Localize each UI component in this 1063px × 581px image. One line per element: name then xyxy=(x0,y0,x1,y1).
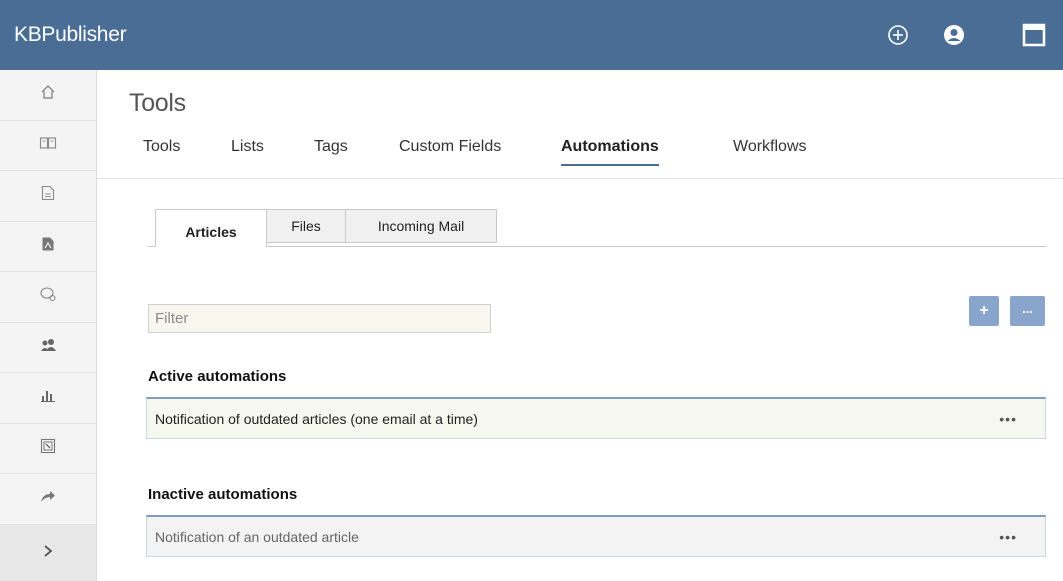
top-header: KBPublisher xyxy=(0,0,1063,70)
share-arrow-icon xyxy=(39,488,57,509)
reports-chart-icon xyxy=(40,387,56,408)
sidebar-item-files[interactable] xyxy=(0,171,96,222)
page-title: Tools xyxy=(129,89,186,117)
tab-tools[interactable]: Tools xyxy=(143,138,180,156)
sidebar-item-share[interactable] xyxy=(0,474,96,525)
pdf-file-icon xyxy=(41,236,55,257)
automation-title[interactable]: Notification of an outdated article xyxy=(155,529,359,545)
tab-workflows[interactable]: Workflows xyxy=(733,138,807,156)
chevron-right-icon xyxy=(42,543,54,564)
more-actions-button[interactable]: ... xyxy=(1010,296,1045,326)
automation-row[interactable]: Notification of outdated articles (one e… xyxy=(146,397,1046,439)
home-icon xyxy=(40,84,56,105)
sidebar-item-reports[interactable] xyxy=(0,373,96,424)
row-menu-icon[interactable]: ••• xyxy=(999,411,1017,427)
tab-tags[interactable]: Tags xyxy=(314,138,348,156)
document-icon xyxy=(41,185,55,206)
sidebar-item-import-export[interactable] xyxy=(0,424,96,474)
sub-tabs: Articles Files Incoming Mail xyxy=(148,209,1046,247)
subtab-files[interactable]: Files xyxy=(266,209,346,243)
subtab-incoming-mail[interactable]: Incoming Mail xyxy=(345,209,497,243)
book-icon xyxy=(39,135,57,156)
tab-custom-fields[interactable]: Custom Fields xyxy=(399,138,501,156)
app-title[interactable]: KBPublisher xyxy=(14,23,127,47)
automation-title[interactable]: Notification of outdated articles (one e… xyxy=(155,411,478,427)
sidebar-item-pdf[interactable] xyxy=(0,222,96,272)
comments-icon xyxy=(39,286,57,307)
subtab-articles[interactable]: Articles xyxy=(155,209,267,247)
tab-lists[interactable]: Lists xyxy=(231,138,264,156)
import-export-icon xyxy=(40,438,56,459)
inactive-automations-heading: Inactive automations xyxy=(148,486,298,503)
active-automations-heading: Active automations xyxy=(148,368,287,385)
add-automation-button[interactable]: + xyxy=(969,296,999,326)
tab-automations[interactable]: Automations xyxy=(561,138,659,166)
row-menu-icon[interactable]: ••• xyxy=(999,529,1017,545)
filter-input[interactable] xyxy=(148,304,491,333)
sidebar-item-comments[interactable] xyxy=(0,272,96,323)
sidebar-item-articles[interactable] xyxy=(0,121,96,171)
add-circle-icon[interactable] xyxy=(885,22,911,48)
automation-row[interactable]: Notification of an outdated article ••• xyxy=(146,515,1046,557)
divider xyxy=(97,178,1063,179)
sidebar xyxy=(0,70,97,581)
sidebar-expand-button[interactable] xyxy=(0,524,96,581)
window-icon[interactable] xyxy=(1021,22,1047,48)
user-account-icon[interactable] xyxy=(941,22,967,48)
sidebar-item-users[interactable] xyxy=(0,323,96,373)
sidebar-item-home[interactable] xyxy=(0,70,96,121)
users-icon xyxy=(39,337,57,358)
